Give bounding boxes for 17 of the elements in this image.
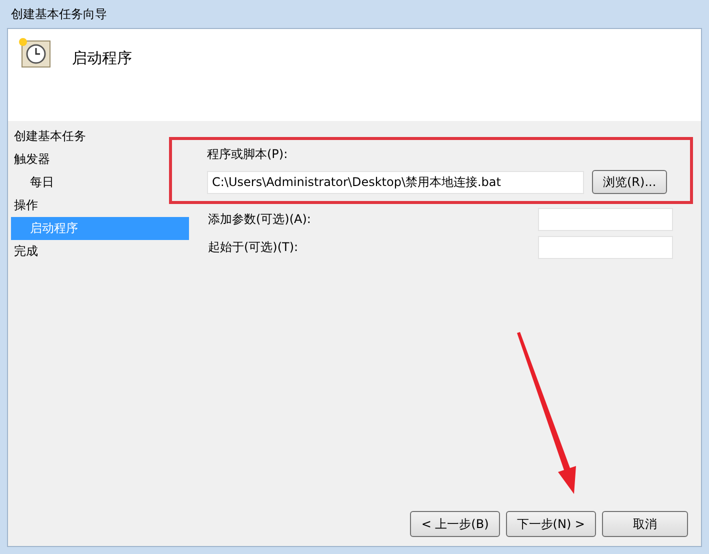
field-label: 起始于(可选)(T): [208, 238, 298, 256]
field-label: 程序或脚本(P): [207, 146, 289, 163]
nav-item[interactable]: 创建基本任务 [11, 125, 189, 148]
wizard-button[interactable]: 取消 [602, 511, 688, 537]
nav-item[interactable]: 完成 [11, 240, 189, 263]
nav-item[interactable]: 每日 [11, 171, 189, 194]
program-field[interactable]: C:\Users\Administrator\Desktop\禁用本地连接.bat [207, 170, 584, 194]
nav-item[interactable]: 触发器 [11, 148, 189, 171]
input-field[interactable] [538, 236, 673, 258]
wizard-button[interactable]: 下一步(N) > [506, 511, 596, 537]
input-field[interactable] [538, 208, 673, 230]
field-label: 添加参数(可选)(A): [208, 210, 311, 228]
wizard-button[interactable]: < 上一步(B) [410, 511, 500, 537]
page-title: 启动程序 [72, 49, 132, 68]
window-title: 创建基本任务向导 [11, 6, 107, 22]
nav-item[interactable]: 操作 [11, 194, 189, 217]
browse-button[interactable]: 浏览(R)... [592, 170, 668, 194]
